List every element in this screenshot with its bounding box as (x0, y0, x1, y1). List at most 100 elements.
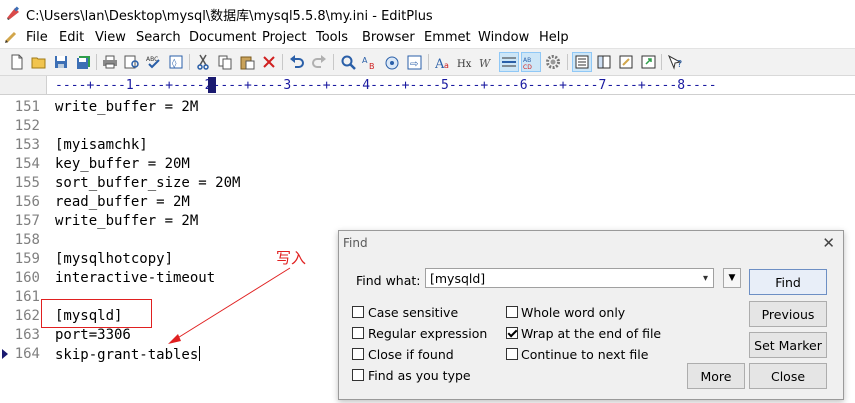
save-icon[interactable] (52, 53, 70, 71)
wrap-checkbox[interactable] (506, 327, 518, 339)
editor-line[interactable]: 153 [myisamchk] (0, 135, 855, 154)
editor-line[interactable]: 155 sort_buffer_size = 20M (0, 173, 855, 192)
save-all-icon[interactable] (74, 53, 92, 71)
find-as-you-type-label: Find as you type (368, 368, 471, 383)
hex-icon[interactable]: Hx (456, 53, 474, 71)
redo-icon[interactable] (310, 53, 328, 71)
full-screen-icon[interactable] (639, 53, 657, 71)
line-text[interactable]: [mysqlhotcopy] (55, 251, 173, 267)
menu-file[interactable]: File (26, 30, 48, 45)
line-number: 156 (14, 194, 40, 210)
annotation-highlight-box (41, 299, 152, 328)
editor-line[interactable]: 152 (0, 116, 855, 135)
case-sensitive-checkbox[interactable] (352, 306, 364, 318)
title-bar: C:\Users\lan\Desktop\mysql\数据库\mysql5.5.… (0, 0, 855, 26)
toolbar: ABC ◊ AB ⇨ Aa Hx W AB CD ? (0, 48, 855, 76)
menu-bar: File Edit View Search Document Project T… (0, 26, 855, 48)
window-title: C:\Users\lan\Desktop\mysql\数据库\mysql5.5.… (26, 9, 433, 24)
find-what-value: [mysqld] (430, 271, 486, 286)
line-text[interactable]: port=3306 (55, 327, 131, 343)
editplus-app-icon (7, 6, 19, 20)
close-icon[interactable]: ✕ (822, 234, 835, 252)
copy-icon[interactable] (216, 53, 234, 71)
help-icon[interactable]: ? (667, 53, 685, 71)
regex-checkbox[interactable] (352, 327, 364, 339)
close-if-found-checkbox[interactable] (352, 348, 364, 360)
line-number: 159 (14, 251, 40, 267)
continue-next-file-checkbox[interactable] (506, 348, 518, 360)
spell-check-icon[interactable]: ABC (145, 53, 163, 71)
undo-icon[interactable] (288, 53, 306, 71)
print-preview-icon[interactable] (123, 53, 141, 71)
find-what-label: Find what: (356, 273, 421, 288)
line-number: 157 (14, 213, 40, 229)
cut-icon[interactable] (194, 53, 212, 71)
svg-text:◊: ◊ (172, 58, 177, 69)
menu-document[interactable]: Document (189, 30, 256, 45)
line-text[interactable]: read_buffer = 2M (55, 194, 190, 210)
settings-icon[interactable] (544, 53, 562, 71)
set-marker-button[interactable]: Set Marker (749, 332, 827, 358)
find-what-input[interactable]: [mysqld] (425, 268, 714, 288)
find-as-you-type-checkbox[interactable] (352, 369, 364, 381)
ruler-scale: ----+----1----+----2----+----3----+----4… (55, 78, 717, 93)
line-number: 151 (14, 99, 40, 115)
svg-text:CD: CD (523, 64, 532, 70)
new-file-icon[interactable] (8, 53, 26, 71)
paste-icon[interactable] (238, 53, 256, 71)
goto-icon[interactable]: ⇨ (405, 53, 423, 71)
output-window-icon[interactable] (617, 53, 635, 71)
close-if-found-label: Close if found (368, 347, 454, 362)
line-number: 153 (14, 137, 40, 153)
find-options-dropdown-button[interactable]: ▼ (723, 268, 741, 288)
menu-view[interactable]: View (95, 30, 126, 45)
menu-project[interactable]: Project (262, 30, 306, 45)
ruler-gutter (0, 76, 47, 94)
pencil-icon[interactable] (4, 30, 18, 44)
menu-emmet[interactable]: Emmet (424, 30, 471, 45)
editor-line[interactable]: 151 write_buffer = 2M (0, 97, 855, 116)
delete-icon[interactable] (260, 53, 278, 71)
line-text[interactable]: skip-grant-tables (55, 346, 201, 363)
replace-icon[interactable]: AB (361, 53, 379, 71)
find-in-files-icon[interactable] (383, 53, 401, 71)
menu-edit[interactable]: Edit (59, 30, 84, 45)
close-button[interactable]: Close (749, 363, 827, 389)
whole-word-checkbox[interactable] (506, 306, 518, 318)
line-number: 155 (14, 175, 40, 191)
browser-view-icon[interactable]: ◊ (167, 53, 185, 71)
print-icon[interactable] (101, 53, 119, 71)
line-text[interactable]: [myisamchk] (55, 137, 148, 153)
menu-tools[interactable]: Tools (316, 30, 348, 45)
editor-line[interactable]: 157 write_buffer = 2M (0, 211, 855, 230)
text-caret (199, 346, 201, 361)
find-dialog[interactable]: Find ✕ Find what: [mysqld] ▾ ▼ Find Prev… (338, 230, 844, 400)
editor-line[interactable]: 154 key_buffer = 20M (0, 154, 855, 173)
menu-help[interactable]: Help (539, 30, 569, 45)
editor-line[interactable]: 156 read_buffer = 2M (0, 192, 855, 211)
line-number: 162 (14, 308, 40, 324)
find-button[interactable]: Find (749, 269, 827, 295)
line-number: 164 (14, 346, 40, 362)
line-text[interactable]: key_buffer = 20M (55, 156, 190, 172)
line-text[interactable]: interactive-timeout (55, 270, 215, 286)
ruler-icon[interactable]: AB CD (521, 52, 541, 72)
previous-button[interactable]: Previous (749, 301, 827, 327)
svg-text:⇨: ⇨ (410, 59, 418, 70)
word-wrap-icon[interactable]: W (478, 53, 496, 71)
open-icon[interactable] (30, 53, 48, 71)
menu-browser[interactable]: Browser (362, 30, 415, 45)
line-text[interactable]: write_buffer = 2M (55, 213, 198, 229)
menu-search[interactable]: Search (136, 30, 181, 45)
directory-icon[interactable] (595, 53, 613, 71)
line-numbers-icon[interactable] (499, 52, 519, 72)
cliptext-icon[interactable] (572, 52, 592, 72)
line-text[interactable]: write_buffer = 2M (55, 99, 198, 115)
chevron-down-icon[interactable]: ▾ (698, 269, 713, 287)
line-text[interactable]: sort_buffer_size = 20M (55, 175, 240, 191)
menu-window[interactable]: Window (478, 30, 529, 45)
ruler-cursor-marker (208, 77, 216, 93)
more-button[interactable]: More (687, 363, 745, 389)
font-size-icon[interactable]: Aa (434, 53, 452, 71)
find-icon[interactable] (339, 53, 357, 71)
